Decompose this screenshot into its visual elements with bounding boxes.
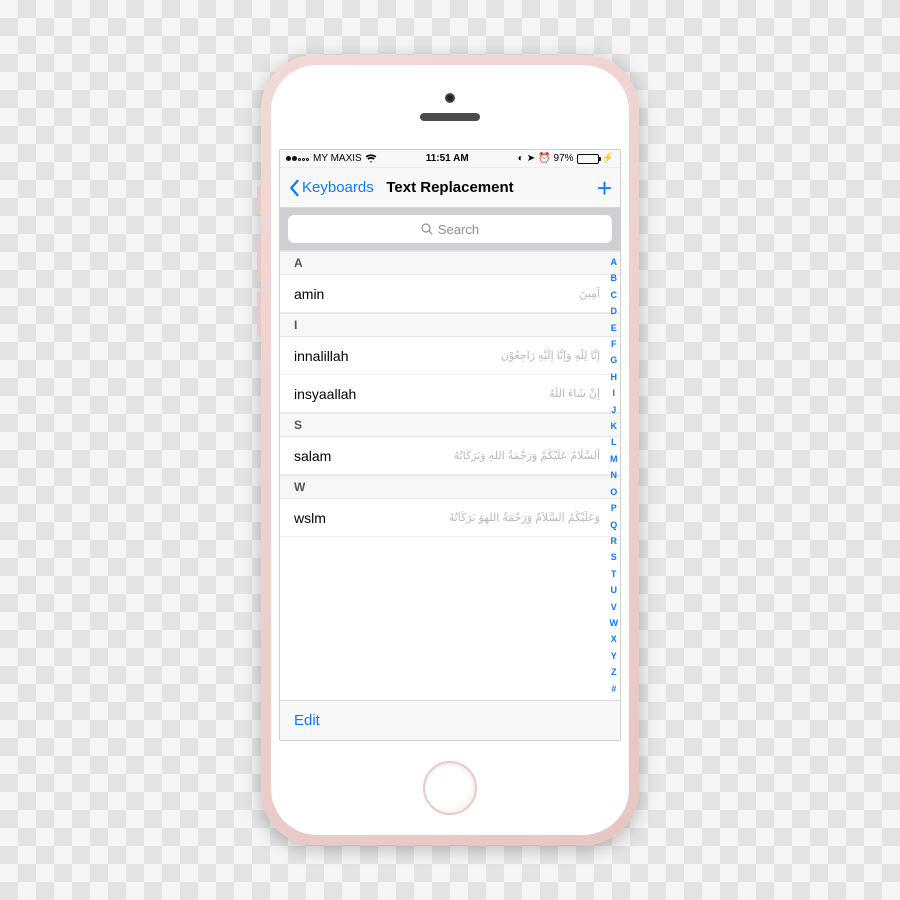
navigation-bar: Keyboards Text Replacement +: [280, 168, 620, 208]
list-item[interactable]: innalillah إِنَّا لِلَّٰهِ وَإِنَّا إِلَي…: [280, 337, 620, 375]
home-button-area: [271, 741, 629, 835]
volume-down-button[interactable]: [257, 291, 261, 337]
edit-button[interactable]: Edit: [294, 712, 320, 729]
search-placeholder: Search: [438, 222, 479, 237]
status-left: MY MAXIS: [286, 153, 377, 164]
section-header: W: [280, 475, 620, 499]
list-item[interactable]: salam اَلسَّلَامُ عَلَيْكُمْ وَرَحْمَةُ ا…: [280, 437, 620, 475]
index-letter[interactable]: Q: [610, 520, 619, 530]
index-letter[interactable]: U: [610, 585, 619, 595]
screen: MY MAXIS 11:51 AM ◐ ➤ ⏰ 97% ⚡ Keyboards: [279, 149, 621, 741]
index-letter[interactable]: M: [610, 454, 619, 464]
add-button[interactable]: +: [597, 178, 612, 198]
index-letter[interactable]: T: [610, 569, 619, 579]
clock-label: 11:51 AM: [426, 153, 469, 164]
index-letter[interactable]: Y: [610, 651, 619, 661]
index-letter[interactable]: H: [610, 372, 619, 382]
chevron-left-icon: [288, 179, 300, 197]
list-item[interactable]: wslm وَعَلَيْكُمُ السَّلاَمُ وَرَحْمَةُ ا…: [280, 499, 620, 537]
volume-up-button[interactable]: [257, 235, 261, 281]
phone-body: MY MAXIS 11:51 AM ◐ ➤ ⏰ 97% ⚡ Keyboards: [271, 65, 629, 835]
home-button[interactable]: [423, 761, 477, 815]
alarm-icon: ⏰: [538, 153, 550, 164]
phrase-text: وَعَلَيْكُمُ السَّلاَمُ وَرَحْمَةُ اللهِ…: [449, 511, 600, 524]
index-letter[interactable]: Z: [610, 667, 619, 677]
status-right: ◐ ➤ ⏰ 97% ⚡: [518, 153, 614, 164]
search-input[interactable]: Search: [288, 215, 612, 243]
shortcut-text: insyaallah: [294, 386, 356, 402]
phrase-text: اَلسَّلَامُ عَلَيْكُمْ وَرَحْمَةُ اللهِ …: [454, 449, 600, 462]
index-letter[interactable]: R: [610, 536, 619, 546]
back-button[interactable]: Keyboards: [288, 179, 374, 197]
index-letter[interactable]: K: [610, 421, 619, 431]
phone-top-hardware: [271, 65, 629, 149]
section-header: S: [280, 413, 620, 437]
front-camera: [445, 93, 455, 103]
wifi-icon: [365, 154, 377, 164]
index-letter[interactable]: I: [610, 388, 619, 398]
section-header: A: [280, 251, 620, 275]
index-letter[interactable]: C: [610, 290, 619, 300]
earpiece-speaker: [420, 113, 480, 121]
index-letter[interactable]: G: [610, 355, 619, 365]
shortcut-text: amin: [294, 286, 324, 302]
back-label: Keyboards: [302, 179, 374, 196]
carrier-label: MY MAXIS: [313, 153, 362, 164]
index-letter[interactable]: S: [610, 552, 619, 562]
replacement-list[interactable]: Aamin اَمِينَ Iinnalillah إِنَّا لِلَّٰهِ و…: [280, 250, 620, 700]
battery-icon: [577, 154, 599, 164]
index-letter[interactable]: W: [610, 618, 619, 628]
index-letter[interactable]: V: [610, 602, 619, 612]
do-not-disturb-icon: ◐: [518, 153, 524, 164]
shortcut-text: wslm: [294, 510, 326, 526]
phrase-text: إِنْ شَاءَ اللَّهُ: [549, 387, 600, 400]
signal-strength-icon: [286, 153, 310, 164]
index-letter[interactable]: L: [610, 437, 619, 447]
index-letter[interactable]: X: [610, 634, 619, 644]
index-letter[interactable]: #: [610, 684, 619, 694]
section-header: I: [280, 313, 620, 337]
search-bar-container: Search: [280, 208, 620, 250]
location-icon: ➤: [527, 153, 535, 164]
bottom-toolbar: Edit: [280, 700, 620, 740]
search-icon: [421, 223, 433, 235]
battery-percent-label: 97%: [554, 153, 574, 164]
index-letter[interactable]: B: [610, 273, 619, 283]
mute-switch[interactable]: [257, 185, 261, 215]
phrase-text: إِنَّا لِلَّٰهِ وَإِنَّا إِلَيْهِ رَاجِع…: [501, 349, 600, 362]
index-letter[interactable]: O: [610, 487, 619, 497]
list-item[interactable]: insyaallah إِنْ شَاءَ اللَّهُ: [280, 375, 620, 413]
index-letter[interactable]: P: [610, 503, 619, 513]
shortcut-text: salam: [294, 448, 331, 464]
charging-icon: ⚡: [602, 153, 614, 164]
status-bar: MY MAXIS 11:51 AM ◐ ➤ ⏰ 97% ⚡: [280, 150, 620, 168]
phone-frame: MY MAXIS 11:51 AM ◐ ➤ ⏰ 97% ⚡ Keyboards: [261, 55, 639, 845]
index-letter[interactable]: D: [610, 306, 619, 316]
index-letter[interactable]: F: [610, 339, 619, 349]
index-letter[interactable]: N: [610, 470, 619, 480]
section-index[interactable]: ABCDEFGHIJKLMNOPQRSTUVWXYZ #: [610, 255, 619, 696]
list-item[interactable]: amin اَمِينَ: [280, 275, 620, 313]
shortcut-text: innalillah: [294, 348, 348, 364]
index-letter[interactable]: J: [610, 405, 619, 415]
index-letter[interactable]: E: [610, 323, 619, 333]
index-letter[interactable]: A: [610, 257, 619, 267]
phrase-text: اَمِينَ: [579, 287, 600, 300]
